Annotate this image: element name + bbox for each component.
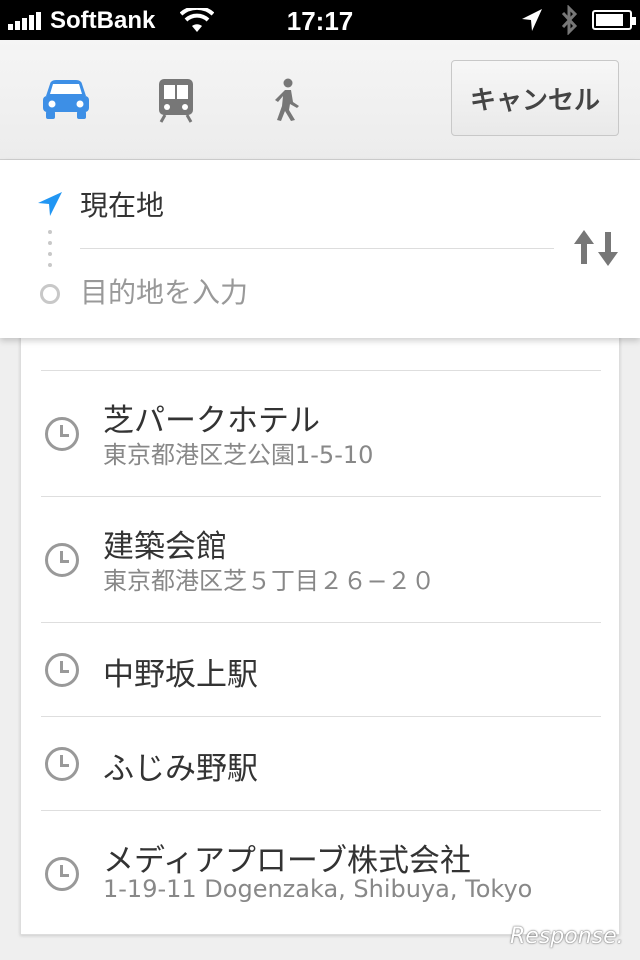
mode-transit-button[interactable] [146, 70, 206, 130]
clock-icon [45, 543, 79, 577]
list-item[interactable]: 芝パークホテル 東京都港区芝公園1-5-10 [41, 370, 601, 496]
destination-marker-icon [40, 284, 60, 304]
travel-mode-toolbar: キャンセル [0, 40, 640, 160]
item-title: 芝パークホテル [103, 403, 320, 439]
status-bar: SoftBank 17:17 [0, 0, 640, 40]
clock-time: 17:17 [286, 6, 354, 36]
route-input-panel: 現在地 [0, 160, 640, 338]
destination-input[interactable] [80, 270, 554, 314]
battery-icon [592, 10, 636, 30]
clock-icon [45, 417, 79, 451]
origin-field[interactable]: 現在地 [80, 184, 164, 224]
car-icon [43, 80, 89, 119]
swap-direction-button[interactable] [572, 228, 620, 272]
mode-driving-button[interactable] [36, 70, 96, 130]
input-divider [80, 248, 554, 249]
clock-icon [45, 857, 79, 891]
list-item[interactable]: メディアプローブ株式会社 1-19-11 Dogenzaka, Shibuya,… [41, 810, 601, 934]
clock-icon [45, 653, 79, 687]
cancel-button[interactable]: キャンセル [451, 60, 619, 136]
battery-level [596, 14, 624, 26]
recent-destinations-list: 芝パークホテル 東京都港区芝公園1-5-10 建築会館 東京都港区芝５丁目２６−… [20, 300, 620, 935]
item-address: 1-19-11 Dogenzaka, Shibuya, Tokyo [103, 875, 533, 903]
item-address: 東京都港区芝公園1-5-10 [103, 441, 374, 469]
item-title: ふじみ野駅 [103, 751, 258, 787]
item-title: 建築会館 [103, 529, 227, 565]
item-title: メディアプローブ株式会社 [103, 843, 471, 879]
current-location-icon [36, 190, 64, 222]
swap-arrows-icon [574, 230, 618, 266]
list-item[interactable]: ふじみ野駅 [41, 716, 601, 810]
clock-icon [45, 747, 79, 781]
bluetooth-icon [560, 4, 578, 40]
train-icon [159, 79, 193, 123]
item-address: 東京都港区芝５丁目２６−２０ [103, 567, 436, 595]
item-title: 中野坂上駅 [103, 657, 258, 693]
mode-walking-button[interactable] [256, 70, 316, 130]
list-item[interactable]: 建築会館 東京都港区芝５丁目２６−２０ [41, 496, 601, 622]
location-services-icon [520, 7, 544, 38]
route-connector-dots [48, 230, 52, 274]
watermark-logo: Response. [510, 924, 624, 949]
list-item[interactable]: 中野坂上駅 [41, 622, 601, 716]
walk-icon [275, 78, 299, 121]
